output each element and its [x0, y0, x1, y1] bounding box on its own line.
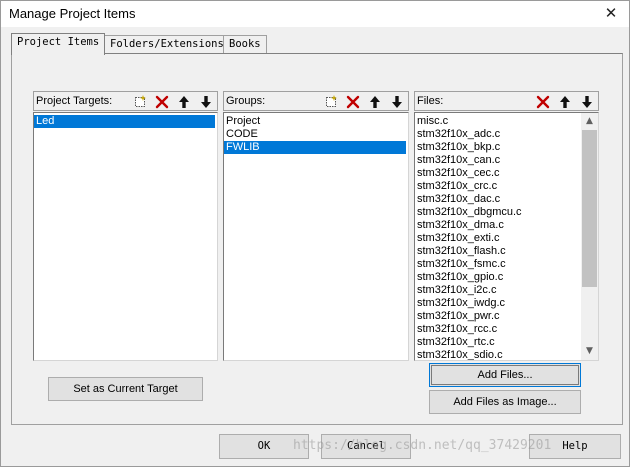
groups-label: Groups:: [226, 95, 266, 107]
files-scrollbar[interactable]: ▲ ▼: [581, 113, 598, 360]
list-item[interactable]: stm32f10x_iwdg.c: [415, 297, 598, 310]
help-button[interactable]: Help: [529, 434, 621, 459]
list-item[interactable]: CODE: [224, 128, 408, 141]
list-item[interactable]: stm32f10x_flash.c: [415, 245, 598, 258]
list-item[interactable]: Led: [34, 115, 215, 128]
delete-icon[interactable]: [344, 93, 362, 110]
list-item[interactable]: Project: [224, 115, 408, 128]
files-items: misc.c stm32f10x_adc.c stm32f10x_bkp.c stm3…: [415, 115, 598, 360]
files-list[interactable]: misc.c stm32f10x_adc.c stm32f10x_bkp.c stm3…: [414, 112, 599, 361]
files-panel: Files: misc.c stm32f10x_adc.c stm32f10x_bk…: [414, 91, 599, 361]
list-item[interactable]: stm32f10x_fsmc.c: [415, 258, 598, 271]
list-item[interactable]: stm32f10x_cec.c: [415, 167, 598, 180]
list-item[interactable]: stm32f10x_crc.c: [415, 180, 598, 193]
list-item[interactable]: stm32f10x_rcc.c: [415, 323, 598, 336]
list-item[interactable]: stm32f10x_dbgmcu.c: [415, 206, 598, 219]
title-bar: Manage Project Items ✕: [1, 1, 629, 27]
list-item[interactable]: stm32f10x_gpio.c: [415, 271, 598, 284]
list-item[interactable]: stm32f10x_dma.c: [415, 219, 598, 232]
project-targets-label: Project Targets:: [36, 95, 113, 107]
tab-folders-extensions[interactable]: Folders/Extensions: [104, 35, 230, 54]
new-icon[interactable]: [322, 93, 340, 110]
ok-button[interactable]: OK: [219, 434, 309, 459]
move-down-icon[interactable]: [578, 93, 596, 110]
manage-project-items-dialog: Manage Project Items ✕ Project Items Fol…: [0, 0, 630, 467]
scroll-thumb[interactable]: [582, 130, 597, 287]
project-targets-header: Project Targets:: [33, 91, 218, 111]
cancel-button[interactable]: Cancel: [321, 434, 411, 459]
delete-icon[interactable]: [153, 93, 171, 110]
groups-header: Groups:: [223, 91, 409, 111]
list-item[interactable]: stm32f10x_can.c: [415, 154, 598, 167]
set-current-target-button[interactable]: Set as Current Target: [48, 377, 203, 401]
groups-panel: Groups: Project CODE FWLIB: [223, 91, 409, 361]
list-item[interactable]: FWLIB: [224, 141, 406, 154]
move-down-icon[interactable]: [197, 93, 215, 110]
window-title: Manage Project Items: [9, 6, 136, 21]
tab-project-items[interactable]: Project Items: [11, 33, 106, 55]
groups-list[interactable]: Project CODE FWLIB: [223, 112, 409, 361]
delete-icon[interactable]: [534, 93, 552, 110]
files-label: Files:: [417, 95, 444, 107]
scroll-up-icon[interactable]: ▲: [581, 113, 598, 130]
list-item[interactable]: stm32f10x_exti.c: [415, 232, 598, 245]
scroll-down-icon[interactable]: ▼: [581, 343, 598, 360]
project-targets-list[interactable]: Led: [33, 112, 218, 361]
list-item[interactable]: stm32f10x_bkp.c: [415, 141, 598, 154]
list-item[interactable]: stm32f10x_pwr.c: [415, 310, 598, 323]
list-item[interactable]: stm32f10x_dac.c: [415, 193, 598, 206]
list-item[interactable]: stm32f10x_i2c.c: [415, 284, 598, 297]
move-up-icon[interactable]: [366, 93, 384, 110]
list-item[interactable]: misc.c: [415, 115, 598, 128]
move-up-icon[interactable]: [556, 93, 574, 110]
add-files-as-image-button[interactable]: Add Files as Image...: [429, 390, 581, 414]
move-up-icon[interactable]: [175, 93, 193, 110]
tab-books[interactable]: Books: [223, 35, 267, 54]
add-files-button[interactable]: Add Files...: [429, 363, 581, 387]
new-icon[interactable]: [131, 93, 149, 110]
move-down-icon[interactable]: [388, 93, 406, 110]
project-targets-panel: Project Targets: Led: [33, 91, 218, 361]
list-item[interactable]: stm32f10x_rtc.c: [415, 336, 598, 349]
list-item[interactable]: stm32f10x_sdio.c: [415, 349, 598, 360]
list-item[interactable]: stm32f10x_adc.c: [415, 128, 598, 141]
close-icon[interactable]: ✕: [603, 5, 619, 21]
files-header: Files:: [414, 91, 599, 111]
